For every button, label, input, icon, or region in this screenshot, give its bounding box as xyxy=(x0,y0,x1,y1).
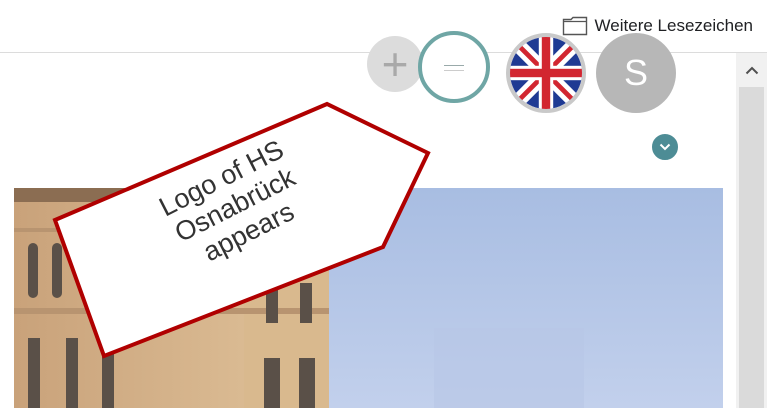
scroll-thumb[interactable] xyxy=(739,87,764,408)
language-switch-button[interactable] xyxy=(506,33,586,113)
chevron-down-icon xyxy=(659,143,671,151)
add-button[interactable]: + xyxy=(367,36,423,92)
avatar-initial: S xyxy=(623,52,648,93)
chevron-up-icon xyxy=(745,66,758,74)
avatar-badge[interactable] xyxy=(650,132,680,162)
hs-osnabrueck-logo-icon xyxy=(444,65,464,71)
uk-flag-icon xyxy=(510,37,582,109)
header-icon-row: + S xyxy=(0,0,736,130)
hs-osnabrueck-logo-button[interactable] xyxy=(418,31,490,103)
user-avatar[interactable]: S xyxy=(596,33,676,113)
vertical-scrollbar[interactable] xyxy=(736,53,767,408)
plus-icon: + xyxy=(381,38,409,90)
scroll-up-button[interactable] xyxy=(736,53,767,87)
